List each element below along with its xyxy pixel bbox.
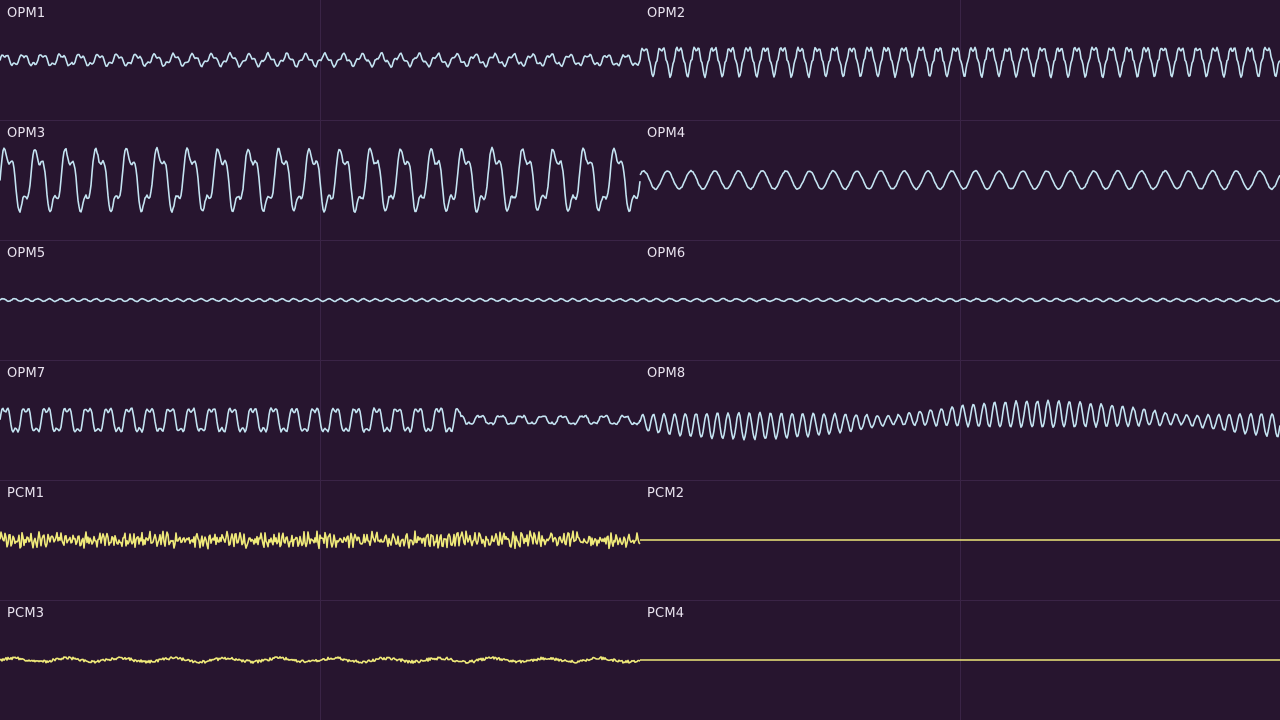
channel-label-opm6: OPM6: [647, 246, 686, 261]
channel-label-opm2: OPM2: [647, 6, 686, 21]
channel-label-pcm1: PCM1: [7, 486, 45, 501]
oscilloscope-view: OPM1 OPM2 OPM3 OPM4 OPM5 OPM6 OPM7 OPM8 …: [0, 0, 1280, 720]
waveforms: [0, 46, 1280, 664]
grid-lines: [0, 0, 1280, 720]
waveform-canvas: [0, 0, 1280, 720]
channel-label-pcm2: PCM2: [647, 486, 685, 501]
channel-label-opm7: OPM7: [7, 366, 46, 381]
channel-label-opm3: OPM3: [7, 126, 46, 141]
channel-label-opm1: OPM1: [7, 6, 46, 21]
channel-label-opm4: OPM4: [647, 126, 686, 141]
channel-label-opm5: OPM5: [7, 246, 46, 261]
channel-label-opm8: OPM8: [647, 366, 686, 381]
channel-label-pcm3: PCM3: [7, 606, 45, 621]
channel-label-pcm4: PCM4: [647, 606, 685, 621]
